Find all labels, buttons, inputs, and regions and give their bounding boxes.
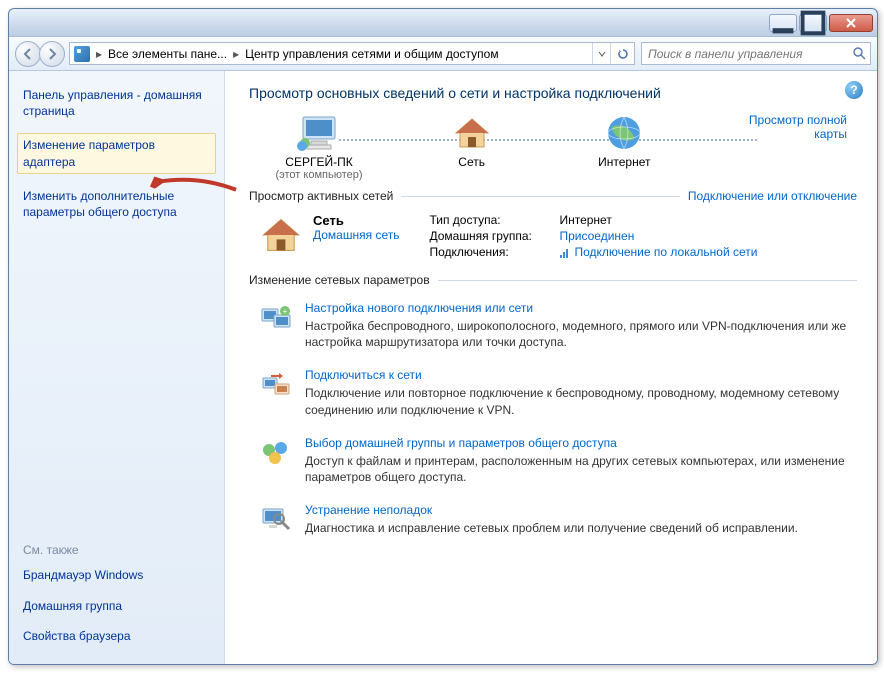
task-title-link[interactable]: Выбор домашней группы и параметров общег… bbox=[305, 436, 857, 450]
maximize-button[interactable] bbox=[799, 14, 827, 32]
toolbar: ▸ Все элементы пане... ▸ Центр управлени… bbox=[9, 37, 877, 71]
forward-button[interactable] bbox=[39, 41, 65, 67]
access-type-label: Тип доступа: bbox=[429, 213, 559, 227]
task-desc: Диагностика и исправление сетевых пробле… bbox=[305, 520, 798, 536]
map-node-label: Сеть bbox=[458, 155, 485, 169]
map-connector-line bbox=[339, 139, 757, 141]
search-box[interactable] bbox=[641, 42, 871, 65]
task-new-connection: + Настройка нового подключения или сети … bbox=[249, 301, 857, 350]
address-bar[interactable]: ▸ Все элементы пане... ▸ Центр управлени… bbox=[69, 42, 635, 65]
section-active-networks: Просмотр активных сетей Подключение или … bbox=[249, 189, 857, 203]
refresh-button[interactable] bbox=[610, 43, 634, 64]
connect-disconnect-link[interactable]: Подключение или отключение bbox=[688, 189, 857, 203]
task-desc: Настройка беспроводного, широкополосного… bbox=[305, 318, 857, 350]
see-also-label: См. также bbox=[23, 543, 210, 557]
map-node-this-pc[interactable]: СЕРГЕЙ-ПК (этот компьютер) bbox=[259, 113, 379, 181]
minimize-button[interactable] bbox=[769, 14, 797, 32]
svg-text:+: + bbox=[283, 307, 288, 316]
computer-icon bbox=[297, 113, 341, 153]
network-map: СЕРГЕЙ-ПК (этот компьютер) Сеть Интернет… bbox=[249, 113, 857, 181]
chevron-right-icon: ▸ bbox=[231, 47, 241, 61]
network-type-link[interactable]: Домашняя сеть bbox=[313, 228, 399, 242]
section-label: Просмотр активных сетей bbox=[249, 189, 393, 203]
new-connection-icon: + bbox=[259, 301, 293, 335]
sidebar-link-firewall[interactable]: Брандмауэр Windows bbox=[23, 567, 210, 583]
active-network-block: Сеть Домашняя сеть Тип доступа:Интернет … bbox=[249, 213, 857, 261]
map-node-network[interactable]: Сеть bbox=[412, 113, 532, 169]
task-title-link[interactable]: Подключиться к сети bbox=[305, 368, 857, 382]
control-panel-window: ▸ Все элементы пане... ▸ Центр управлени… bbox=[8, 8, 878, 665]
house-icon bbox=[259, 213, 303, 257]
signal-icon bbox=[559, 247, 571, 259]
map-node-label: Интернет bbox=[598, 155, 650, 169]
section-label: Изменение сетевых параметров bbox=[249, 273, 430, 287]
sidebar-home-link[interactable]: Панель управления - домашняя страница bbox=[23, 87, 210, 119]
task-troubleshoot: Устранение неполадок Диагностика и испра… bbox=[249, 503, 857, 537]
help-icon[interactable]: ? bbox=[845, 81, 863, 99]
task-title-link[interactable]: Настройка нового подключения или сети bbox=[305, 301, 857, 315]
titlebar bbox=[9, 9, 877, 37]
task-desc: Подключение или повторное подключение к … bbox=[305, 385, 857, 417]
homegroup-link[interactable]: Присоединен bbox=[559, 229, 634, 243]
troubleshoot-icon bbox=[259, 503, 293, 537]
connect-network-icon bbox=[259, 368, 293, 402]
sidebar-link-browser-props[interactable]: Свойства браузера bbox=[23, 628, 210, 644]
map-node-sublabel: (этот компьютер) bbox=[275, 169, 362, 181]
sidebar-link-homegroup[interactable]: Домашняя группа bbox=[23, 598, 210, 614]
address-dropdown-button[interactable] bbox=[592, 43, 610, 64]
control-panel-icon bbox=[74, 46, 90, 62]
search-input[interactable] bbox=[642, 47, 848, 61]
search-icon[interactable] bbox=[848, 47, 870, 60]
task-homegroup: Выбор домашней группы и параметров общег… bbox=[249, 436, 857, 485]
main-content: ? Просмотр основных сведений о сети и на… bbox=[225, 71, 877, 664]
task-desc: Доступ к файлам и принтерам, расположенн… bbox=[305, 453, 857, 485]
nav-arrows bbox=[15, 41, 63, 67]
view-full-map-link[interactable]: Просмотр полной карты bbox=[717, 113, 847, 141]
map-node-label: СЕРГЕЙ-ПК bbox=[285, 155, 352, 169]
connections-label: Подключения: bbox=[429, 245, 559, 259]
homegroup-label: Домашняя группа: bbox=[429, 229, 559, 243]
close-button[interactable] bbox=[829, 14, 873, 32]
sidebar: Панель управления - домашняя страница Из… bbox=[9, 71, 225, 664]
back-button[interactable] bbox=[15, 41, 41, 67]
breadcrumb-parent[interactable]: Все элементы пане... bbox=[104, 47, 231, 61]
network-name: Сеть bbox=[313, 213, 399, 228]
connection-link[interactable]: Подключение по локальной сети bbox=[559, 245, 757, 259]
network-details: Тип доступа:Интернет Домашняя группа:При… bbox=[429, 213, 757, 261]
section-change-settings: Изменение сетевых параметров bbox=[249, 273, 857, 287]
task-title-link[interactable]: Устранение неполадок bbox=[305, 503, 798, 517]
task-connect-network: Подключиться к сети Подключение или повт… bbox=[249, 368, 857, 417]
chevron-right-icon: ▸ bbox=[94, 47, 104, 61]
homegroup-icon bbox=[259, 436, 293, 470]
access-type-value: Интернет bbox=[559, 213, 611, 227]
breadcrumb-current[interactable]: Центр управления сетями и общим доступом bbox=[241, 47, 503, 61]
map-node-internet[interactable]: Интернет bbox=[564, 113, 684, 169]
window-body: Панель управления - домашняя страница Из… bbox=[9, 71, 877, 664]
globe-icon bbox=[604, 113, 644, 153]
network-icon bbox=[452, 113, 492, 153]
page-title: Просмотр основных сведений о сети и наст… bbox=[249, 85, 857, 101]
